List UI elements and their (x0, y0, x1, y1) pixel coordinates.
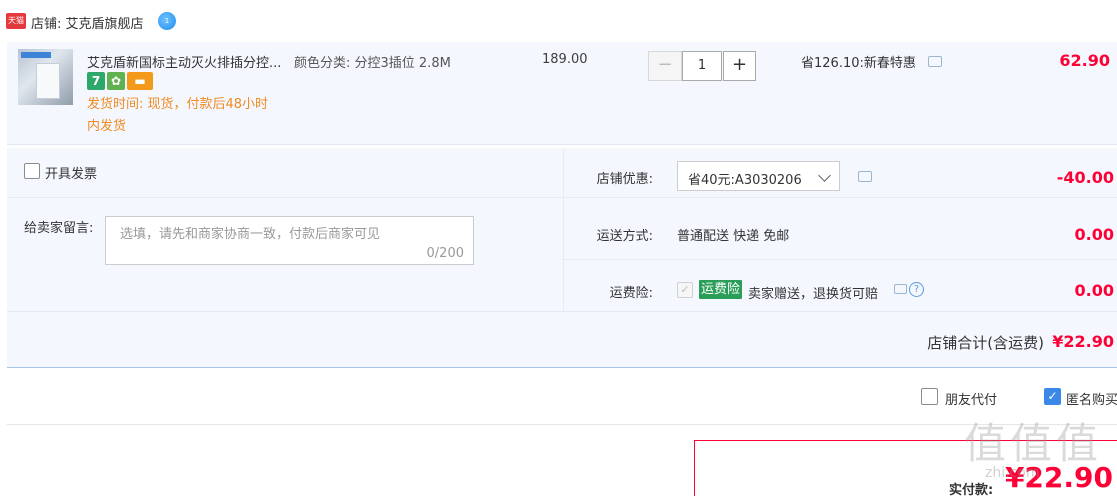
seller-message-textarea[interactable]: 选填，请先和商家协商一致，付款后商家可见 0/200 (105, 216, 474, 265)
shop-subtotal-row: 店铺合计(含运费) ¥22.90 (7, 311, 1117, 368)
shop-name-link[interactable]: 店铺: 艾克盾旗舰店 (31, 13, 144, 32)
help-icon[interactable]: ? (909, 282, 924, 297)
thumbnail-tag (21, 52, 51, 58)
insurance-description: 卖家赠送，退换货可赔 (748, 287, 879, 302)
quality-assurance-icon[interactable]: ✿ (107, 72, 125, 90)
invoice-label: 开具发票 (45, 167, 98, 182)
quantity-increase-button[interactable]: + (723, 51, 756, 81)
site-watermark-url: zhi.com (985, 465, 1040, 481)
product-sku: 颜色分类: 分控3插位 2.8M (294, 56, 451, 71)
payment-options-row: 朋友代付 ✓ 匿名购买 (7, 370, 1117, 425)
amount-due-label: 实付款: (949, 483, 994, 496)
shop-discount-amount: -40.00 (1056, 168, 1114, 187)
shop-discount-row: 店铺优惠: 省40元:A3030206 -40.00 (564, 148, 1117, 198)
shop-subtotal-value: ¥22.90 (1052, 332, 1114, 351)
insurance-checkbox-disabled: ✓ (677, 282, 693, 298)
power-strip-image (36, 63, 60, 99)
shipping-method-label: 运送方式: (596, 229, 653, 244)
product-thumbnail[interactable] (18, 49, 73, 105)
shipping-method-value: 普通配送 快递 免邮 (677, 229, 790, 244)
shop-discount-label: 店铺优惠: (596, 172, 653, 187)
shop-coupon-select[interactable]: 省40元:A3030206 (677, 161, 840, 191)
shop-subtotal-label: 店铺合计(含运费) (927, 334, 1044, 352)
shipping-insurance-row: 运费险: ✓ 运费险 卖家赠送，退换货可赔 ? 0.00 (564, 260, 1117, 311)
promo-message-icon[interactable] (928, 56, 942, 67)
coupon-message-icon[interactable] (858, 171, 872, 182)
service-badges: 7 ✿ ▬ (87, 72, 155, 90)
invoice-row: 开具发票 (7, 148, 563, 198)
order-item: 艾克盾新国标主动灭火排插分控... 颜色分类: 分控3插位 2.8M 7 ✿ ▬ 发… (7, 42, 1117, 145)
anonymous-purchase-label: 匿名购买 (1066, 393, 1117, 408)
anonymous-purchase-checkbox[interactable]: ✓ (1044, 388, 1061, 405)
insurance-amount: 0.00 (1074, 281, 1114, 300)
shipping-insurance-label: 运费险: (609, 286, 653, 301)
shipping-time-line2: 内发货 (87, 119, 127, 134)
item-promotion: 省126.10:新春特惠 (801, 56, 916, 71)
invoice-checkbox[interactable] (24, 163, 40, 179)
quantity-decrease-button[interactable]: − (648, 51, 682, 81)
seller-message-placeholder: 选填，请先和商家协商一致，付款后商家可见 (120, 227, 381, 242)
chevron-down-icon (818, 169, 831, 182)
chat-contact-icon[interactable]: 1 (158, 12, 176, 30)
item-total-price: 62.90 (1059, 51, 1110, 70)
quantity-input[interactable]: 1 (682, 51, 722, 81)
seller-message-label: 给卖家留言: (24, 221, 94, 236)
seven-day-return-icon[interactable]: 7 (87, 72, 105, 90)
friend-pay-checkbox[interactable] (921, 388, 938, 405)
product-title-link[interactable]: 艾克盾新国标主动灭火排插分控... (87, 52, 281, 71)
unit-price: 189.00 (542, 52, 588, 67)
shop-coupon-value: 省40元:A3030206 (688, 173, 802, 188)
order-fees-panel: 店铺优惠: 省40元:A3030206 -40.00 运送方式: 普通配送 快递… (563, 148, 1117, 311)
friend-pay-label: 朋友代付 (945, 393, 998, 408)
insurance-message-icon[interactable] (894, 284, 907, 294)
credit-card-icon[interactable]: ▬ (127, 72, 153, 90)
site-watermark: 值值值 (964, 419, 1103, 468)
shipping-fee-amount: 0.00 (1074, 225, 1114, 244)
seller-message-counter: 0/200 (426, 246, 464, 261)
insurance-tag: 运费险 (699, 280, 743, 299)
tmall-logo-icon: 天猫 (6, 13, 26, 29)
shop-header: 天猫 店铺: 艾克盾旗舰店 1 (0, 0, 1117, 42)
shipping-time-line1: 发货时间: 现货，付款后48小时 (87, 97, 269, 112)
order-options: 开具发票 给卖家留言: 选填，请先和商家协商一致，付款后商家可见 0/200 店… (7, 148, 1117, 368)
shipping-method-row: 运送方式: 普通配送 快递 免邮 0.00 (564, 198, 1117, 260)
